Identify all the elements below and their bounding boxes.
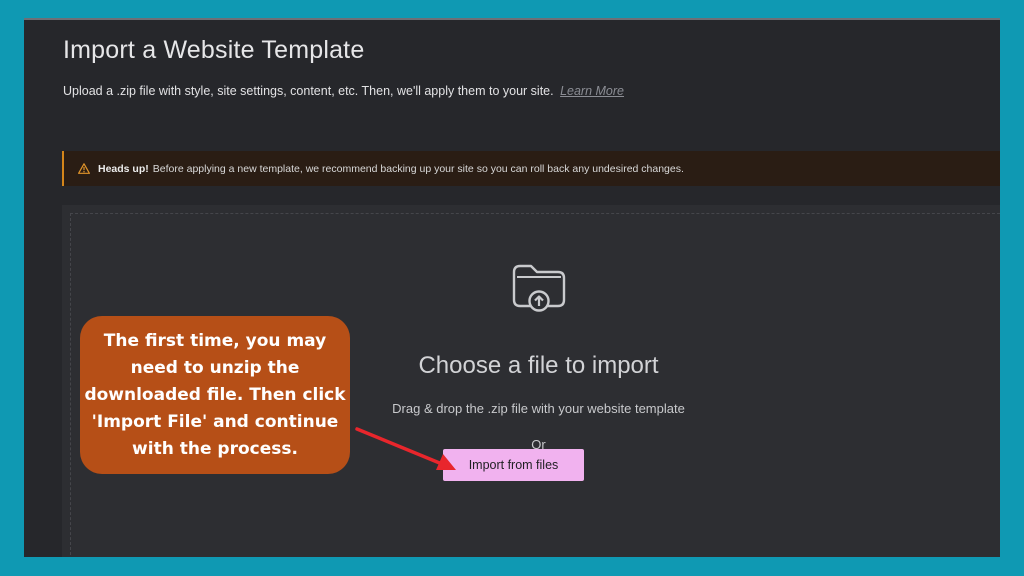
folder-upload-icon [511,260,567,319]
warning-icon [78,163,90,174]
import-from-files-button[interactable]: Import from files [443,449,584,481]
callout-text: The first time, you may need to unzip th… [84,330,346,459]
learn-more-link[interactable]: Learn More [560,84,624,98]
top-border [24,18,1000,20]
page-title: Import a Website Template [63,36,365,64]
notice-text: Before applying a new template, we recom… [152,162,684,175]
subtitle-text: Upload a .zip file with style, site sett… [63,84,554,98]
notice-heading: Heads up! [98,162,149,175]
page-subtitle: Upload a .zip file with style, site sett… [63,84,624,98]
instruction-callout: The first time, you may need to unzip th… [80,316,350,474]
pointer-arrow [355,427,456,470]
warning-notice: Heads up! Before applying a new template… [62,151,1000,186]
